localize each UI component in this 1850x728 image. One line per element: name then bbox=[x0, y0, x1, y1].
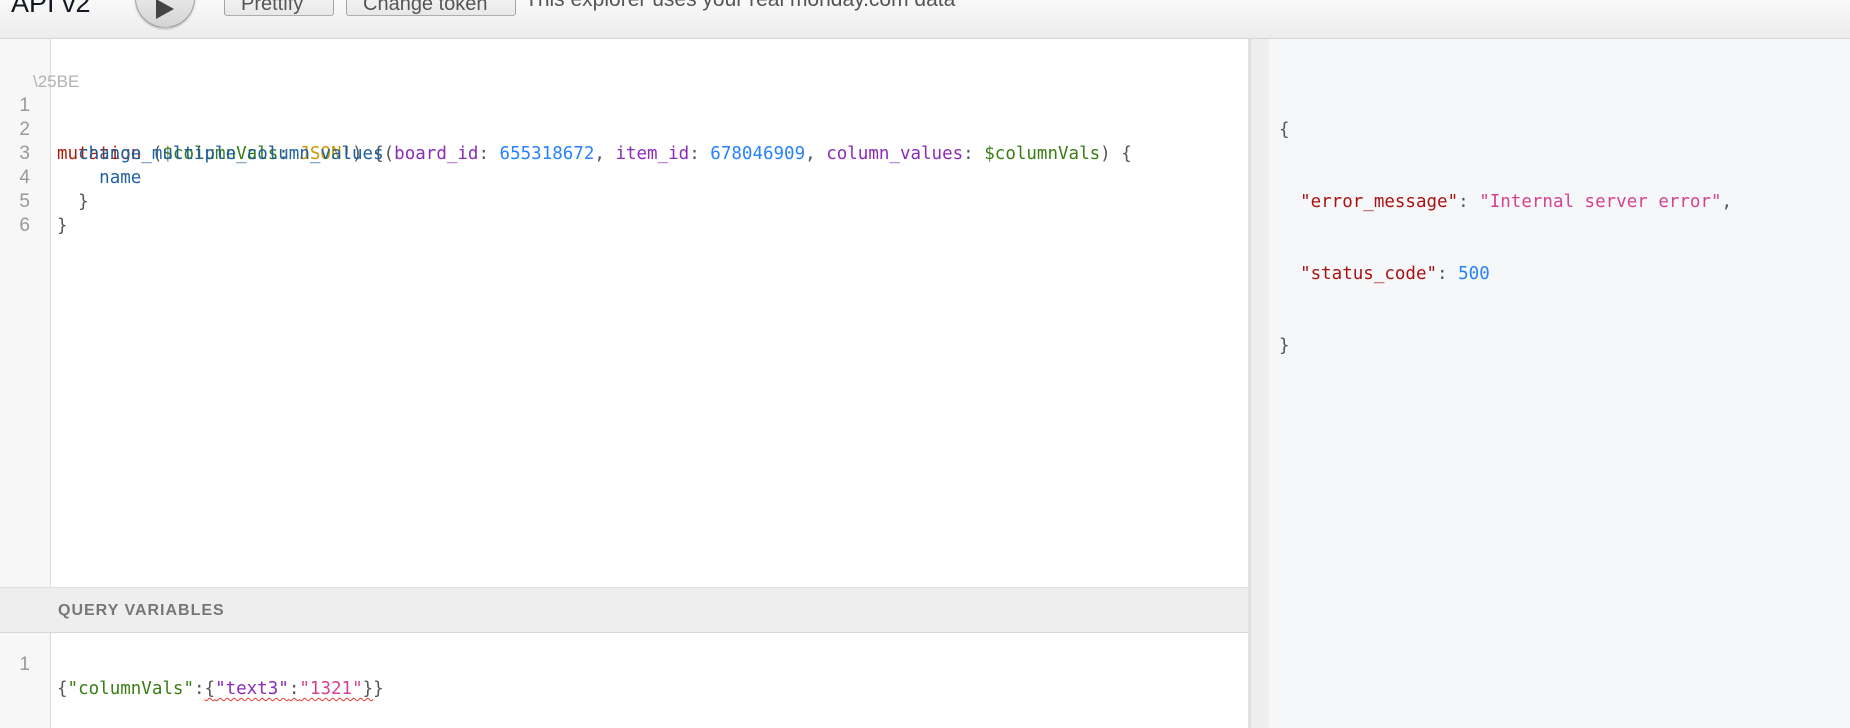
code-line: 4 } bbox=[0, 142, 88, 212]
argument-value: $columnVals bbox=[984, 144, 1101, 164]
execute-query-button[interactable] bbox=[135, 0, 195, 28]
argument-value: 655318672 bbox=[499, 144, 595, 164]
line-number: 6 bbox=[19, 215, 30, 236]
code-line: 1 {"columnVals":{"text3":"1321"}} bbox=[0, 629, 383, 699]
query-variables-header[interactable]: QUERY VARIABLES bbox=[0, 587, 1248, 633]
query-variables-editor[interactable]: 1 {"columnVals":{"text3":"1321"}} bbox=[0, 629, 383, 699]
json-key: "columnVals" bbox=[67, 679, 194, 699]
play-icon bbox=[156, 0, 174, 19]
query-variables-title: QUERY VARIABLES bbox=[58, 602, 225, 619]
result-json: { "error_message": "Internal server erro… bbox=[1279, 120, 1733, 356]
fold-marker[interactable]: \25BE bbox=[33, 70, 79, 94]
prettify-button[interactable]: Prettify bbox=[224, 0, 334, 16]
result-viewer[interactable]: { "error_message": "Internal server erro… bbox=[1250, 39, 1850, 728]
code-line: 5 } bbox=[0, 166, 84, 236]
json-key: "status_code" bbox=[1300, 264, 1438, 284]
line-number: 1 bbox=[19, 654, 30, 675]
code-line: 3 name bbox=[0, 118, 141, 188]
argument-value: 678046909 bbox=[710, 144, 806, 164]
query-editor[interactable]: 1 \25BE mutation ($columnVals: JSON!) { … bbox=[0, 39, 1250, 728]
argument-name: column_values bbox=[826, 144, 964, 164]
app-title: API v2 bbox=[11, 0, 91, 18]
field-name: name bbox=[99, 168, 142, 188]
json-string: "Internal server error" bbox=[1479, 192, 1722, 212]
field-name: change_multiple_column_values bbox=[78, 144, 384, 164]
argument-name: board_id bbox=[394, 144, 479, 164]
code-line: 1 \25BE mutation ($columnVals: JSON!) { bbox=[0, 70, 383, 164]
json-number: 500 bbox=[1458, 264, 1490, 284]
argument-name: item_id bbox=[615, 144, 690, 164]
explorer-notice: This explorer uses your real monday.com … bbox=[525, 0, 955, 12]
json-key: "error_message" bbox=[1300, 192, 1459, 212]
invalid-json-value: {"text3":"1321"} bbox=[204, 679, 374, 699]
code-line: 6 bbox=[0, 190, 84, 236]
result-pane-divider[interactable] bbox=[1251, 39, 1269, 728]
json-key: "text3" bbox=[215, 679, 289, 699]
change-token-button[interactable]: Change token bbox=[346, 0, 516, 16]
toolbar: API v2 Prettify Change token This explor… bbox=[0, 0, 1850, 39]
json-string: "1321" bbox=[299, 679, 363, 699]
code-line: 2 change_multiple_column_values(board_id… bbox=[0, 94, 1131, 164]
query-code[interactable]: 1 \25BE mutation ($columnVals: JSON!) { … bbox=[0, 70, 1131, 236]
graphiql-explorer: API v2 Prettify Change token This explor… bbox=[0, 0, 1850, 728]
